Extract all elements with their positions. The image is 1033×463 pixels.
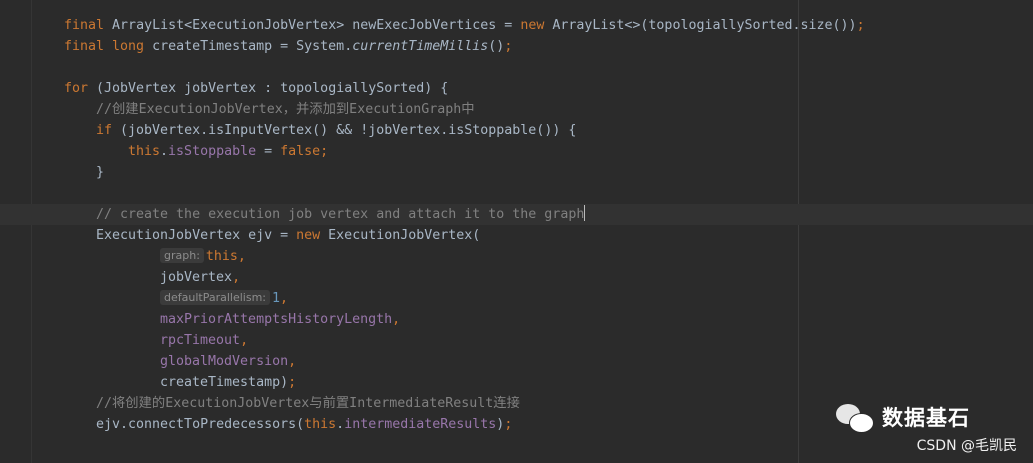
code-text: //将创建的ExecutionJobVertex与前置IntermediateR…: [96, 393, 520, 414]
code-token: createTimestamp): [160, 375, 289, 390]
code-token: ArrayList<ExecutionJobVertex> newExecJob…: [112, 18, 521, 33]
code-token: ArrayList<>(topologiallySorted.size()): [552, 18, 857, 33]
code-line[interactable]: graph: this,: [0, 246, 1033, 267]
code-comment: //将创建的ExecutionJobVertex与前置IntermediateR…: [96, 396, 520, 411]
code-comment: // create the execution job vertex and a…: [96, 207, 585, 222]
code-token: new: [520, 18, 553, 33]
code-text: if (jobVertex.isInputVertex() && !jobVer…: [96, 120, 576, 141]
code-token: =: [256, 144, 281, 159]
code-text: ejv.connectToPredecessors(this.intermedi…: [96, 414, 512, 435]
code-token: currentTimeMillis: [352, 39, 489, 54]
code-token: (JobVertex jobVertex : topologiallySorte…: [96, 81, 449, 96]
code-editor[interactable]: final ArrayList<ExecutionJobVertex> newE…: [0, 0, 1033, 463]
code-line[interactable]: maxPriorAttemptsHistoryLength,: [0, 309, 1033, 330]
code-text: }: [96, 162, 104, 183]
code-line[interactable]: createTimestamp);: [0, 372, 1033, 393]
code-line[interactable]: for (JobVertex jobVertex : topologiallyS…: [0, 78, 1033, 99]
code-token: final long: [64, 39, 153, 54]
watermark: 数据基石 CSDN @毛凯民: [836, 399, 1021, 455]
code-line[interactable]: final long createTimestamp = System.curr…: [0, 36, 1033, 57]
code-token: ;: [504, 39, 513, 54]
watermark-subtitle: CSDN @毛凯民: [916, 438, 1017, 454]
code-token: maxPriorAttemptsHistoryLength: [160, 312, 393, 327]
code-token: this,: [205, 249, 246, 264]
code-token: ejv.connectToPredecessors(: [96, 417, 305, 432]
watermark-title: 数据基石: [882, 406, 970, 430]
code-token: ;: [504, 417, 513, 432]
code-token: rpcTimeout: [160, 333, 241, 348]
code-text: this.isStoppable = false;: [128, 141, 328, 162]
code-token: (jobVertex.isInputVertex() && !jobVertex…: [120, 123, 577, 138]
code-token: createTimestamp = System.: [152, 39, 353, 54]
wechat-icon: [836, 402, 874, 433]
code-text: defaultParallelism: 1,: [160, 288, 288, 309]
code-line[interactable]: //创建ExecutionJobVertex，并添加到ExecutionGrap…: [0, 99, 1033, 120]
code-text: //创建ExecutionJobVertex，并添加到ExecutionGrap…: [96, 99, 475, 120]
code-token: this: [128, 144, 161, 159]
code-token: ,: [232, 270, 241, 285]
code-token: ,: [288, 354, 297, 369]
code-token: new: [296, 228, 329, 243]
code-token: isStoppable: [168, 144, 257, 159]
code-line[interactable]: // create the execution job vertex and a…: [0, 204, 1033, 225]
code-token: this: [304, 417, 337, 432]
code-text: jobVertex,: [160, 267, 240, 288]
code-text: graph: this,: [160, 246, 246, 267]
parameter-hint: defaultParallelism:: [160, 290, 270, 305]
code-line[interactable]: if (jobVertex.isInputVertex() && !jobVer…: [0, 120, 1033, 141]
code-token: .: [336, 417, 345, 432]
code-line[interactable]: globalModVersion,: [0, 351, 1033, 372]
code-token: ExecutionJobVertex ejv =: [96, 228, 297, 243]
code-line[interactable]: [0, 183, 1033, 204]
code-text: ExecutionJobVertex ejv = new ExecutionJo…: [96, 225, 480, 246]
code-line[interactable]: defaultParallelism: 1,: [0, 288, 1033, 309]
code-token: ExecutionJobVertex(: [328, 228, 481, 243]
code-token: .: [160, 144, 169, 159]
code-token: false;: [280, 144, 329, 159]
code-text: // create the execution job vertex and a…: [96, 204, 586, 225]
code-comment: //创建ExecutionJobVertex，并添加到ExecutionGrap…: [96, 102, 475, 117]
code-token: intermediateResults: [344, 417, 497, 432]
code-text: for (JobVertex jobVertex : topologiallyS…: [64, 78, 448, 99]
code-line[interactable]: final ArrayList<ExecutionJobVertex> newE…: [0, 15, 1033, 36]
code-token: (): [488, 39, 505, 54]
code-text: rpcTimeout,: [160, 330, 248, 351]
code-token: 1: [272, 291, 281, 306]
code-text: final long createTimestamp = System.curr…: [64, 36, 512, 57]
code-line[interactable]: }: [0, 162, 1033, 183]
code-line[interactable]: [0, 57, 1033, 78]
code-token: ;: [288, 375, 297, 390]
code-token: }: [96, 165, 105, 180]
code-line[interactable]: jobVertex,: [0, 267, 1033, 288]
code-token: for: [64, 81, 97, 96]
code-line[interactable]: rpcTimeout,: [0, 330, 1033, 351]
code-token: if: [96, 123, 121, 138]
code-text: final ArrayList<ExecutionJobVertex> newE…: [64, 15, 865, 36]
code-text: createTimestamp);: [160, 372, 296, 393]
code-token: globalModVersion: [160, 354, 289, 369]
code-text: globalModVersion,: [160, 351, 296, 372]
code-token: ,: [392, 312, 401, 327]
code-token: ,: [240, 333, 249, 348]
code-token: final: [64, 18, 113, 33]
code-line[interactable]: ExecutionJobVertex ejv = new ExecutionJo…: [0, 225, 1033, 246]
code-token: ;: [856, 18, 865, 33]
text-cursor: [584, 205, 586, 221]
code-line[interactable]: this.isStoppable = false;: [0, 141, 1033, 162]
code-token: jobVertex: [160, 270, 233, 285]
code-text: maxPriorAttemptsHistoryLength,: [160, 309, 400, 330]
parameter-hint: graph:: [160, 248, 204, 263]
code-token: ,: [280, 291, 289, 306]
